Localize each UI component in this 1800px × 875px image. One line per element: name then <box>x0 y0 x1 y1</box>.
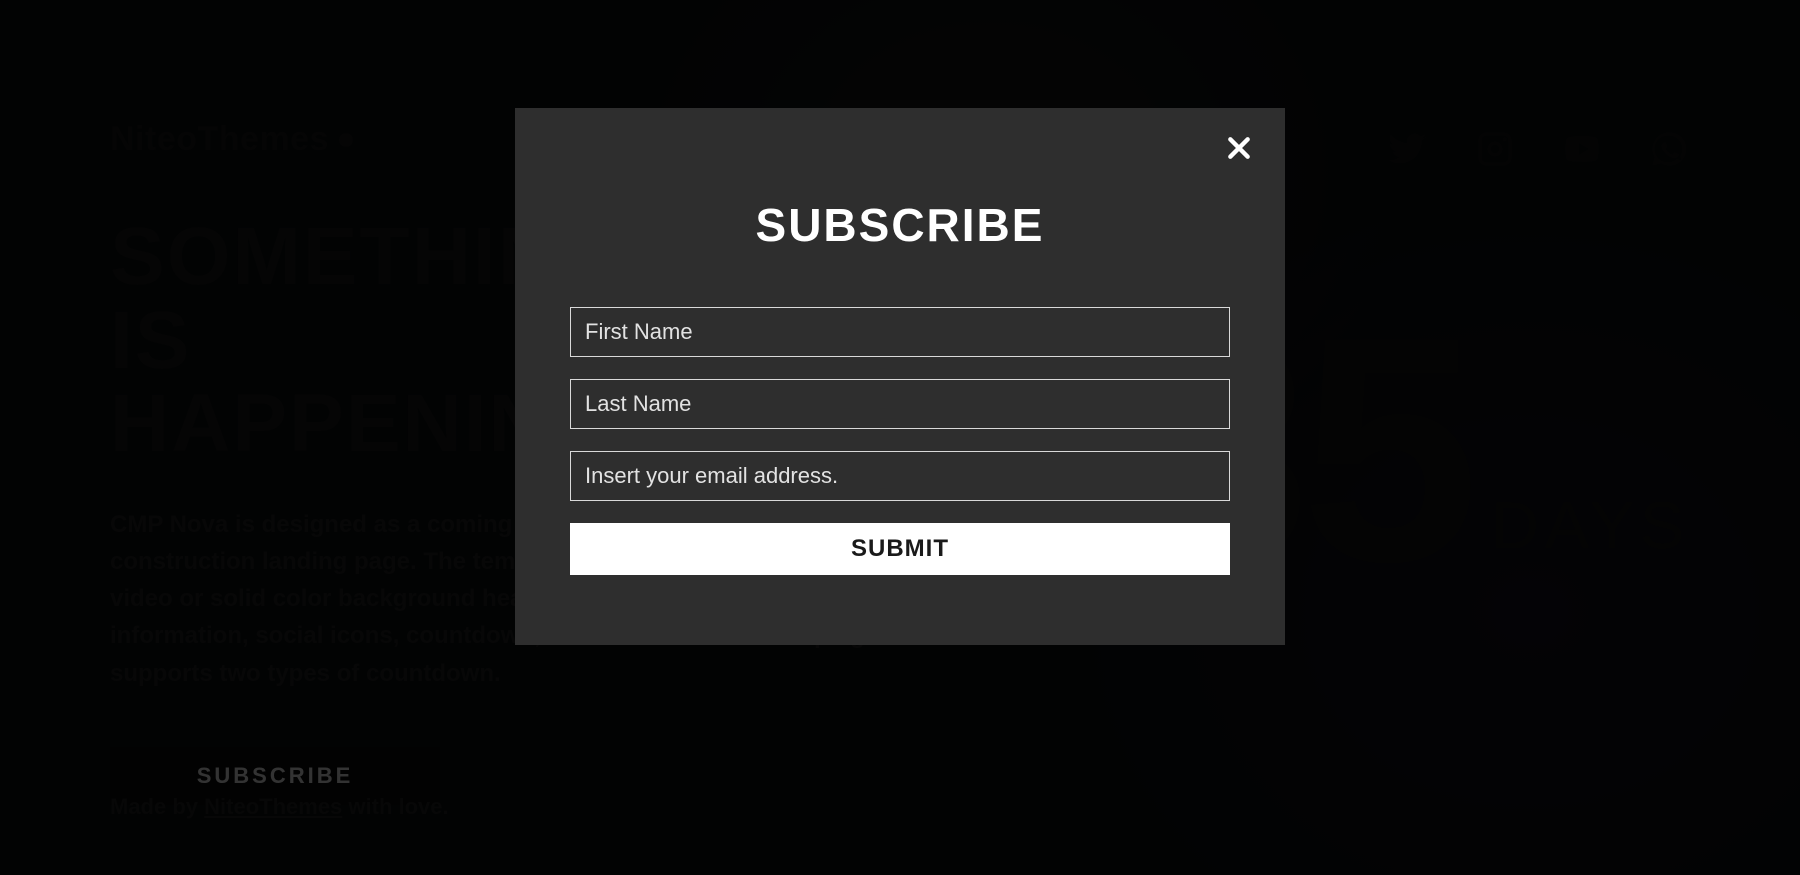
first-name-input[interactable] <box>570 307 1230 357</box>
email-input[interactable] <box>570 451 1230 501</box>
submit-button[interactable]: SUBMIT <box>570 523 1230 575</box>
modal-title: SUBSCRIBE <box>570 198 1230 252</box>
close-icon[interactable] <box>1221 130 1257 166</box>
last-name-input[interactable] <box>570 379 1230 429</box>
subscribe-modal: SUBSCRIBE SUBMIT <box>515 108 1285 645</box>
